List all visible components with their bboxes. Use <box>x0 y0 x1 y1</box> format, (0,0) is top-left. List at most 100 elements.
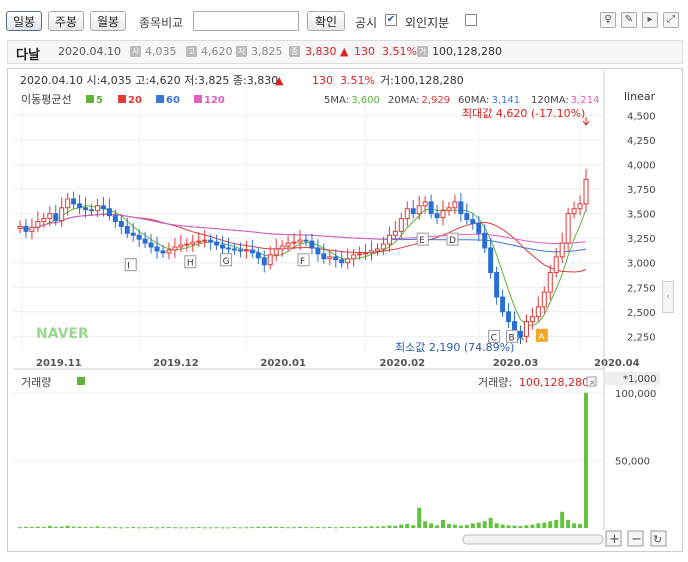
candle-body <box>23 225 29 232</box>
volume-bar <box>572 523 577 528</box>
volume-bar <box>292 527 297 529</box>
candle-body <box>535 306 541 318</box>
chart-header-volume: 거:100,128,280 <box>380 74 464 87</box>
volume-bar <box>339 526 344 528</box>
ma-legend-swatch <box>118 95 126 103</box>
candle-body <box>190 241 196 245</box>
volume-bar <box>232 527 237 529</box>
chart-header-pct: 3.51% <box>340 74 375 87</box>
ma-legend-label: 120 <box>204 95 225 106</box>
volume-bar <box>500 524 505 528</box>
candle-body <box>345 258 351 264</box>
volume-bar <box>494 523 499 528</box>
chart-header-text: 2020.04.10 시:4,035 고:4,620 저:3,825 종:3,8… <box>20 74 278 87</box>
volume-bar <box>530 524 535 528</box>
candle-body <box>106 208 112 217</box>
volume-bar <box>202 527 207 529</box>
candle-body <box>529 316 535 323</box>
volume-bar <box>315 527 320 529</box>
ma-legend-swatch <box>156 95 164 103</box>
volume-bar <box>441 519 446 528</box>
max-value-label: 최대값 4,620 (-17.10%) <box>462 107 585 120</box>
volume-bar <box>262 526 267 528</box>
volume-bar <box>512 525 517 528</box>
price-tick-label: 3,750 <box>627 185 656 196</box>
volume-bar <box>298 526 303 528</box>
price-tick-label: 3,500 <box>627 210 656 221</box>
volume-bar <box>274 526 279 528</box>
volume-bar <box>321 527 326 529</box>
volume-bar <box>137 527 142 529</box>
volume-bar <box>190 527 195 529</box>
candle-body <box>321 253 327 260</box>
x-tick-label: 2019.11 <box>36 358 82 369</box>
price-tick-label: 4,250 <box>627 136 656 147</box>
candle-body <box>130 232 136 236</box>
volume-bar <box>458 525 463 528</box>
price-tick-label: 2,250 <box>627 332 656 343</box>
event-marker-G: G <box>223 257 230 267</box>
volume-bar <box>113 526 118 528</box>
candle-body <box>357 253 363 256</box>
event-marker-H: H <box>187 259 194 269</box>
ma-legend-swatch <box>194 95 202 103</box>
candle-body <box>541 291 547 308</box>
volume-bar <box>244 527 249 529</box>
volume-bar <box>303 527 308 529</box>
candle-body <box>416 205 422 215</box>
candle-body <box>577 203 583 210</box>
zoom-in-icon: + <box>609 532 620 547</box>
volume-bar <box>464 525 469 528</box>
volume-bar <box>566 519 571 528</box>
naver-logo: NAVER <box>36 326 89 342</box>
candle-body <box>476 222 482 234</box>
candle-body <box>41 218 47 222</box>
candle-body <box>434 213 440 219</box>
volume-bar <box>65 525 70 528</box>
volume-bar <box>345 527 350 529</box>
candle-body <box>446 207 452 212</box>
ma-legend-label: 5 <box>96 95 103 106</box>
candle-body <box>482 232 488 249</box>
candle-body <box>208 239 214 243</box>
event-marker-A: A <box>538 332 545 342</box>
volume-bar <box>268 526 273 528</box>
candle-body <box>583 178 589 205</box>
ma-legend-label: 60 <box>166 95 180 106</box>
candle-body <box>279 245 285 250</box>
volume-bar <box>452 524 457 528</box>
volume-close-glyph: × <box>589 378 596 387</box>
volume-bar <box>286 527 291 529</box>
event-marker-I: I <box>127 262 130 272</box>
ma-value: 3,141 <box>492 95 521 106</box>
candle-body <box>202 239 208 242</box>
volume-bar <box>155 527 160 529</box>
candle-body <box>303 239 309 242</box>
ma-legend-label: 20 <box>128 95 142 106</box>
candle-body <box>83 207 89 211</box>
candle-body <box>309 240 315 249</box>
volume-bar <box>393 525 398 528</box>
volume-bar <box>578 523 583 528</box>
volume-bar <box>333 527 338 529</box>
ma-legend-title: 이동평균선 <box>21 93 72 106</box>
candle-body <box>297 239 303 243</box>
volume-bar <box>405 523 410 528</box>
volume-bar <box>548 521 553 528</box>
volume-bar <box>518 525 523 528</box>
price-tick-label: 4,500 <box>627 112 656 123</box>
volume-bar <box>536 523 541 528</box>
candle-body <box>410 208 416 215</box>
volume-value-label: 거래량: <box>478 376 512 389</box>
min-value-label: 최소값 2,190 (74.89%) <box>395 341 514 354</box>
volume-bar <box>107 527 112 529</box>
candle-body <box>351 254 357 260</box>
volume-bar <box>220 527 225 529</box>
horizontal-scrollbar[interactable] <box>462 534 604 545</box>
candle-body <box>166 249 172 254</box>
volume-bar <box>411 525 416 528</box>
candle-body <box>571 208 577 215</box>
volume-bar <box>584 392 588 528</box>
candle-body <box>374 248 380 252</box>
candle-body <box>220 244 226 249</box>
